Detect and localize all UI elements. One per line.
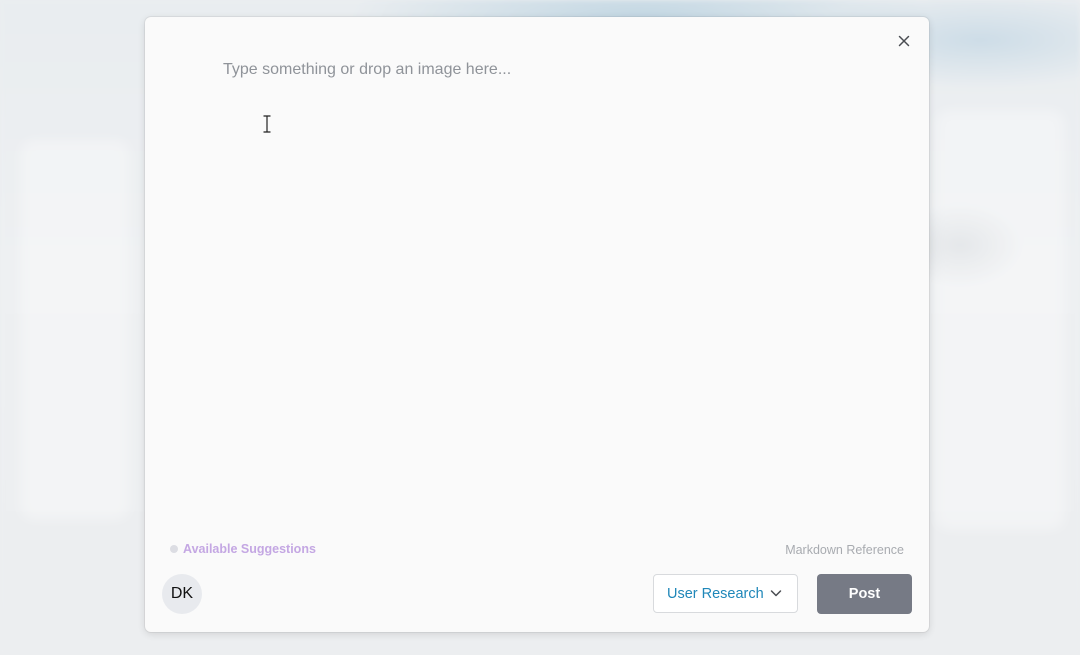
markdown-reference-link[interactable]: Markdown Reference (785, 543, 904, 557)
text-cursor-icon (262, 115, 272, 133)
close-button[interactable] (896, 33, 912, 49)
suggestions-label: Available Suggestions (183, 542, 316, 556)
suggestions-status-dot (170, 545, 178, 553)
compose-modal: Available Suggestions Markdown Reference… (145, 17, 929, 632)
team-dropdown-value: User Research (667, 585, 764, 602)
team-dropdown[interactable]: User Research (653, 574, 798, 613)
close-icon (898, 35, 910, 47)
blurred-background-panel (20, 140, 130, 520)
available-suggestions-link[interactable]: Available Suggestions (170, 542, 316, 556)
avatar[interactable]: DK (162, 574, 202, 614)
post-button[interactable]: Post (817, 574, 912, 614)
post-editor (223, 57, 863, 517)
post-text-input[interactable] (223, 57, 863, 517)
blurred-background-panel (935, 110, 1065, 530)
chevron-down-icon (770, 590, 782, 597)
